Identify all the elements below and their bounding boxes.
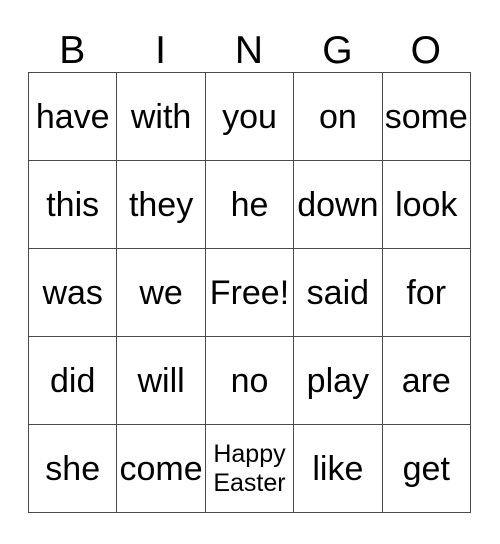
bingo-cell[interactable]: he <box>204 160 295 249</box>
bingo-cell-label: for <box>406 273 447 312</box>
bingo-cell-label: come <box>119 449 203 488</box>
bingo-message-label: Happy Easter <box>213 439 286 497</box>
bingo-cell[interactable]: they <box>116 160 206 249</box>
bingo-cell-label: said <box>306 273 370 312</box>
bingo-cell[interactable]: on <box>293 72 383 161</box>
bingo-cell-label: you <box>222 97 277 136</box>
bingo-cell-label: no <box>230 361 269 400</box>
bingo-cell-label: get <box>402 449 450 488</box>
bingo-cell-label: was <box>42 273 103 312</box>
bingo-cell-label: we <box>139 273 183 312</box>
bingo-cell[interactable]: was <box>27 248 118 337</box>
bingo-message-cell[interactable]: Happy Easter <box>204 424 295 513</box>
bingo-cell-label: some <box>384 97 468 136</box>
bingo-cell-label: down <box>297 185 379 224</box>
bingo-cell[interactable]: like <box>293 424 383 513</box>
bingo-cell-label: are <box>401 361 451 400</box>
bingo-free-space-cell[interactable]: Free! <box>204 248 295 337</box>
bingo-free-space-label: Free! <box>209 273 290 312</box>
bingo-cell[interactable]: play <box>293 336 383 425</box>
bingo-cell-label: like <box>312 449 364 488</box>
bingo-header-letter-o: O <box>410 29 441 72</box>
bingo-grid: have with you on some this they he down … <box>27 72 471 513</box>
bingo-cell-label: this <box>46 185 100 224</box>
bingo-row: have with you on some <box>27 72 471 161</box>
bingo-cell[interactable]: will <box>116 336 206 425</box>
bingo-cell[interactable]: she <box>27 424 118 513</box>
bingo-cell[interactable]: did <box>27 336 118 425</box>
bingo-row: she come Happy Easter like get <box>27 424 471 513</box>
bingo-cell[interactable]: look <box>381 160 471 249</box>
bingo-row: did will no play are <box>27 336 471 425</box>
bingo-cell-label: with <box>130 97 192 136</box>
bingo-header-letter-i: I <box>155 29 166 72</box>
bingo-cell[interactable]: this <box>27 160 118 249</box>
bingo-cell-label: play <box>306 361 370 400</box>
bingo-cell[interactable]: said <box>293 248 383 337</box>
bingo-cell-label: did <box>50 361 96 400</box>
bingo-cell-label: they <box>128 185 194 224</box>
bingo-cell-label: will <box>137 361 185 400</box>
bingo-cell[interactable]: are <box>381 336 471 425</box>
bingo-row: was we Free! said for <box>27 248 471 337</box>
bingo-header-letter-b: B <box>59 29 86 72</box>
bingo-header-row: B I N G O <box>28 18 470 72</box>
bingo-cell-label: she <box>45 449 101 488</box>
bingo-cell[interactable]: we <box>116 248 206 337</box>
bingo-card: B I N G O have with you on some this the… <box>27 18 471 513</box>
bingo-cell-label: have <box>35 97 110 136</box>
bingo-cell[interactable]: come <box>116 424 206 513</box>
bingo-cell-label: look <box>395 185 458 224</box>
bingo-cell-label: on <box>318 97 357 136</box>
bingo-cell[interactable]: have <box>27 72 118 161</box>
bingo-cell[interactable]: with <box>116 72 206 161</box>
bingo-cell[interactable]: you <box>204 72 295 161</box>
bingo-cell[interactable]: down <box>293 160 383 249</box>
bingo-cell[interactable]: get <box>381 424 471 513</box>
bingo-header-letter-n: N <box>234 29 264 72</box>
bingo-cell-label: he <box>230 185 269 224</box>
bingo-cell[interactable]: some <box>381 72 471 161</box>
bingo-cell[interactable]: no <box>204 336 295 425</box>
bingo-cell[interactable]: for <box>381 248 471 337</box>
bingo-header-letter-g: G <box>322 29 353 72</box>
bingo-row: this they he down look <box>27 160 471 249</box>
